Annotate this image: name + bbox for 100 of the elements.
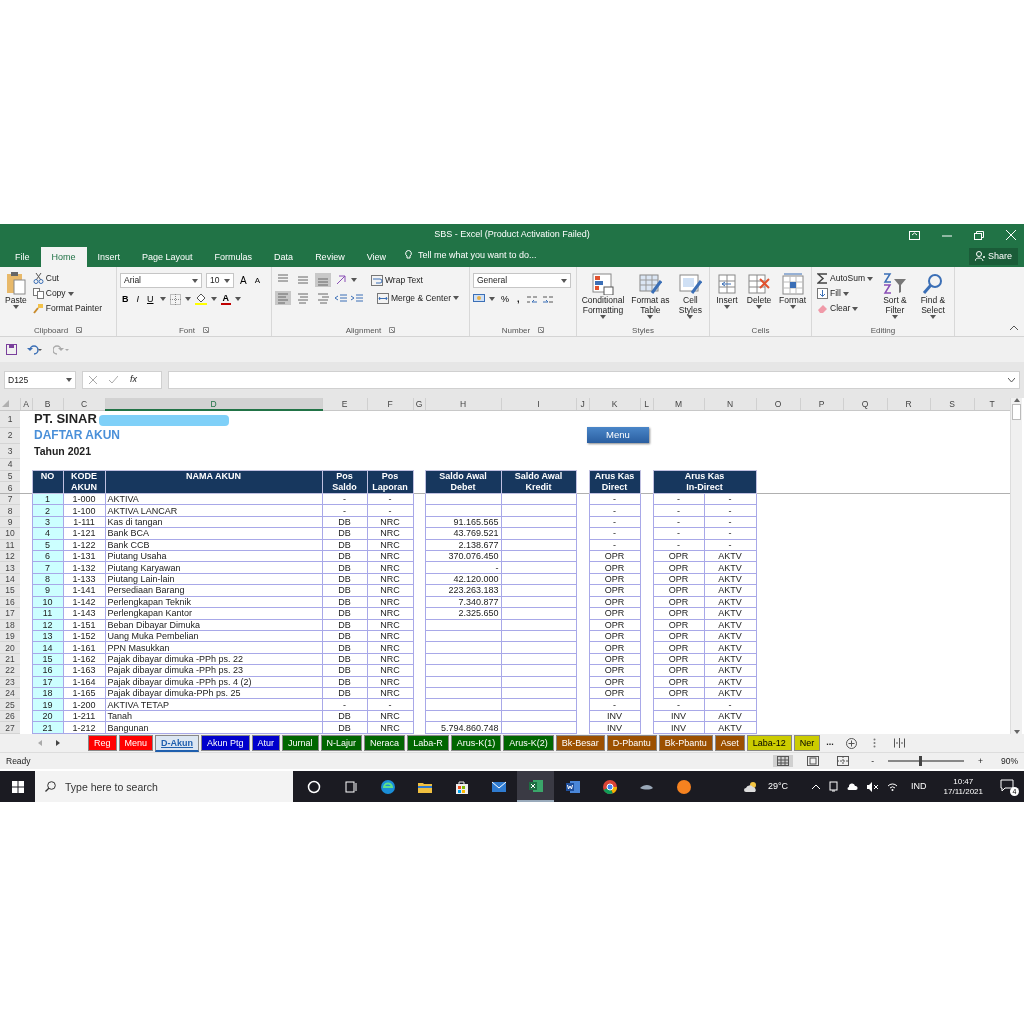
sheet-tab[interactable]: Jurnal xyxy=(282,735,319,751)
style-button[interactable]: Format as Table xyxy=(628,273,673,324)
column-letter[interactable]: K xyxy=(589,398,640,411)
column-letter[interactable]: N xyxy=(704,398,756,411)
sheet-tab[interactable]: D-Pbantu xyxy=(606,735,657,751)
column-letter[interactable]: E xyxy=(322,398,367,411)
style-button[interactable]: Conditional Formatting xyxy=(580,273,626,324)
zoom-thumb[interactable] xyxy=(919,756,923,766)
row-number[interactable]: 21 xyxy=(0,653,20,665)
column-letter[interactable]: P xyxy=(800,398,843,411)
number-format-field[interactable]: General xyxy=(473,273,571,288)
cells-button[interactable]: Format xyxy=(777,273,808,324)
sheet-tab[interactable]: Arus-K(1) xyxy=(450,735,502,751)
percent-button[interactable]: % xyxy=(499,292,511,306)
style-button[interactable]: Cell Styles xyxy=(674,273,706,324)
row-number[interactable]: 24 xyxy=(0,687,20,699)
clear-button[interactable]: Clear xyxy=(815,303,875,314)
row-number[interactable]: 14 xyxy=(0,573,20,585)
column-letter[interactable]: H xyxy=(425,398,501,411)
row-number[interactable]: 7 xyxy=(0,493,20,505)
format-painter-button[interactable]: Format Painter xyxy=(30,303,104,314)
font-color-button[interactable]: A xyxy=(220,293,231,305)
column-letter[interactable]: R xyxy=(887,398,930,411)
sheet-tab[interactable]: Laba-R xyxy=(407,735,449,751)
row-number[interactable]: 26 xyxy=(0,710,20,722)
sheet-tab[interactable]: Laba-12 xyxy=(746,735,792,751)
shrink-font-button[interactable]: A xyxy=(252,273,262,288)
column-letter[interactable]: B xyxy=(32,398,63,411)
editing-button[interactable]: Sort & Filter xyxy=(876,273,913,324)
autosum-button[interactable]: AutoSum xyxy=(815,273,875,284)
share-button[interactable]: Share xyxy=(968,247,1018,265)
underline-button[interactable]: U xyxy=(145,292,156,306)
column-letter[interactable]: I xyxy=(501,398,576,411)
sheet-tab[interactable]: Arus-K(2) xyxy=(503,735,554,751)
sheet-tab[interactable]: Reg xyxy=(88,735,117,751)
formula-field[interactable] xyxy=(168,371,1020,389)
cells-button[interactable]: Insert xyxy=(713,273,741,324)
menu-button[interactable]: Menu xyxy=(587,427,649,444)
sheet-tab[interactable]: Menu xyxy=(118,735,154,751)
copy-button[interactable]: Copy xyxy=(30,288,104,299)
column-letter[interactable]: C xyxy=(63,398,105,411)
sheet-tab[interactable]: Aset xyxy=(714,735,745,751)
ribbon-tab[interactable]: Formulas xyxy=(203,247,264,267)
column-letter[interactable]: T xyxy=(974,398,1010,411)
sheet-tab[interactable]: Neraca xyxy=(364,735,406,751)
insert-function-button[interactable]: fx xyxy=(130,373,137,387)
row-number[interactable]: 18 xyxy=(0,619,20,631)
zoom-out-button[interactable]: - xyxy=(871,754,874,768)
sheet-tab[interactable]: N-Lajur xyxy=(320,735,363,751)
column-letter[interactable]: D xyxy=(105,398,322,411)
editing-button[interactable]: Find & Select xyxy=(914,273,951,324)
ribbon-tab[interactable]: Data xyxy=(263,247,305,267)
font-size-field[interactable]: 10 xyxy=(206,273,234,288)
ribbon-tab[interactable]: Home xyxy=(40,247,87,267)
column-letter[interactable]: Q xyxy=(843,398,887,411)
paste-button[interactable]: Paste xyxy=(3,269,29,324)
clock-time[interactable]: 10:47 xyxy=(953,776,974,787)
zoom-in-button[interactable]: + xyxy=(978,754,983,768)
tell-me-field[interactable]: Tell me what you want to do... xyxy=(416,247,566,263)
row-number[interactable]: 5 xyxy=(0,470,20,482)
more-sheets-button[interactable]: ... xyxy=(826,736,834,750)
comma-button[interactable]: , xyxy=(515,292,522,306)
fill-button[interactable]: Fill xyxy=(815,288,875,299)
row-number[interactable]: 19 xyxy=(0,630,20,642)
sheet-tab[interactable]: D-Akun xyxy=(155,734,200,752)
row-number[interactable]: 12 xyxy=(0,550,20,562)
zoom-level[interactable]: 90% xyxy=(1001,754,1018,768)
column-letter[interactable]: F xyxy=(367,398,413,411)
clock-date[interactable]: 17/11/2021 xyxy=(943,786,983,797)
language-indicator[interactable]: IND xyxy=(911,779,927,794)
ribbon-tab[interactable]: Page Layout xyxy=(131,247,204,267)
sheet-tab[interactable]: Ner xyxy=(793,735,821,751)
ribbon-tab[interactable]: Insert xyxy=(86,247,132,267)
cut-button[interactable]: Cut xyxy=(30,273,104,284)
sheet-tab[interactable]: Atur xyxy=(251,735,281,751)
column-letter[interactable]: S xyxy=(930,398,974,411)
row-number[interactable]: 11 xyxy=(0,539,20,551)
name-box[interactable]: D125 xyxy=(4,371,76,389)
font-name-field[interactable]: Arial xyxy=(120,273,202,288)
row-number[interactable]: 16 xyxy=(0,596,20,608)
ribbon-tab[interactable]: File xyxy=(4,247,41,267)
ribbon-tab[interactable]: Review xyxy=(304,247,356,267)
wrap-text-button[interactable]: Wrap Text xyxy=(369,274,425,286)
italic-button[interactable]: I xyxy=(134,292,141,306)
column-letter[interactable]: M xyxy=(653,398,704,411)
sheet-tab[interactable]: Akun Ptg xyxy=(201,735,250,751)
scrollbar-thumb[interactable] xyxy=(1012,404,1021,420)
grow-font-button[interactable]: A xyxy=(238,273,249,288)
sheet-tab[interactable]: Bk-Pbantu xyxy=(658,735,713,751)
row-number[interactable]: 9 xyxy=(0,516,20,528)
merge-center-button[interactable]: Merge & Center xyxy=(375,292,461,304)
table-cell: - xyxy=(704,698,756,711)
bold-button[interactable]: B xyxy=(120,292,131,306)
search-field[interactable]: Type here to search xyxy=(35,771,293,802)
view-button[interactable] xyxy=(773,755,794,767)
sheet-tab[interactable]: Bk-Besar xyxy=(555,735,605,751)
cells-button[interactable]: Delete xyxy=(744,273,774,324)
row-number[interactable]: 23 xyxy=(0,676,20,688)
column-letter[interactable]: O xyxy=(756,398,800,411)
ribbon-tab[interactable]: View xyxy=(355,247,397,267)
